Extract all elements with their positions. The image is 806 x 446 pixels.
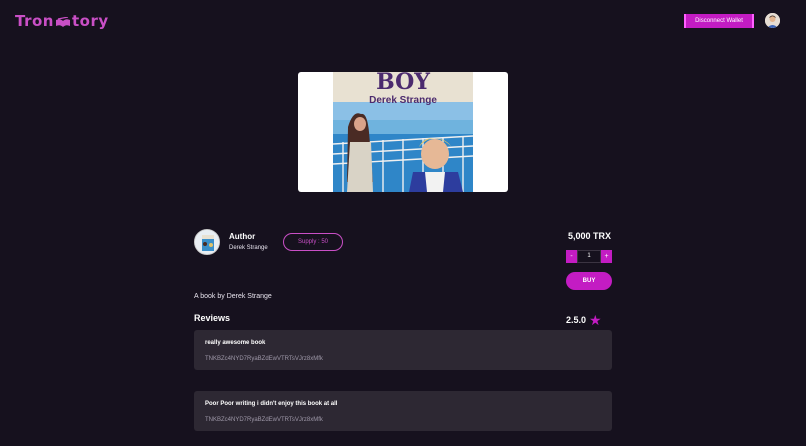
author-avatar[interactable]	[194, 229, 220, 255]
book-cover-frame: BOY Derek Strange	[298, 72, 508, 192]
cover-title-text: BOY	[376, 72, 430, 95]
reviews-heading: Reviews	[194, 313, 231, 323]
author-heading: Author	[229, 232, 256, 241]
supply-badge: Supply : 50	[283, 233, 343, 251]
book-description: A book by Derek Strange	[194, 293, 272, 300]
review-author-address: TNKBZc4NYD7RyaBZdEwVTRTsVJrz8xMfk	[205, 417, 323, 423]
review-text: Poor Poor writing i didn't enjoy this bo…	[205, 401, 338, 407]
logo-text-left: Tron	[15, 12, 54, 30]
disconnect-wallet-button[interactable]: Disconnect Wallet	[684, 14, 754, 28]
book-cover-image: BOY Derek Strange	[333, 72, 473, 192]
decrement-button[interactable]: -	[566, 250, 577, 263]
author-name[interactable]: Derek Strange	[229, 245, 268, 251]
review-author-address: TNKBZc4NYD7RyaBZdEwVTRTsVJrz8xMfk	[205, 356, 323, 362]
review-text: really awesome book	[205, 340, 266, 346]
review-card: really awesome book TNKBZc4NYD7RyaBZdEwV…	[194, 330, 612, 370]
rating-display: 2.5.0 ★	[566, 312, 602, 328]
increment-button[interactable]: +	[601, 250, 612, 263]
cover-author-text: Derek Strange	[369, 95, 437, 106]
quantity-input[interactable]: 1	[577, 250, 601, 263]
buy-button[interactable]: BUY	[566, 272, 612, 290]
star-icon: ★	[589, 312, 602, 328]
book-logo-icon	[55, 15, 71, 27]
quantity-stepper: - 1 +	[566, 250, 612, 263]
user-avatar[interactable]	[765, 13, 780, 28]
review-card: Poor Poor writing i didn't enjoy this bo…	[194, 391, 612, 431]
price-label: 5,000 TRX	[567, 231, 611, 241]
app-logo[interactable]: Tron tory	[15, 12, 109, 30]
rating-value: 2.5.0	[566, 315, 587, 325]
logo-text-right: tory	[71, 12, 109, 30]
